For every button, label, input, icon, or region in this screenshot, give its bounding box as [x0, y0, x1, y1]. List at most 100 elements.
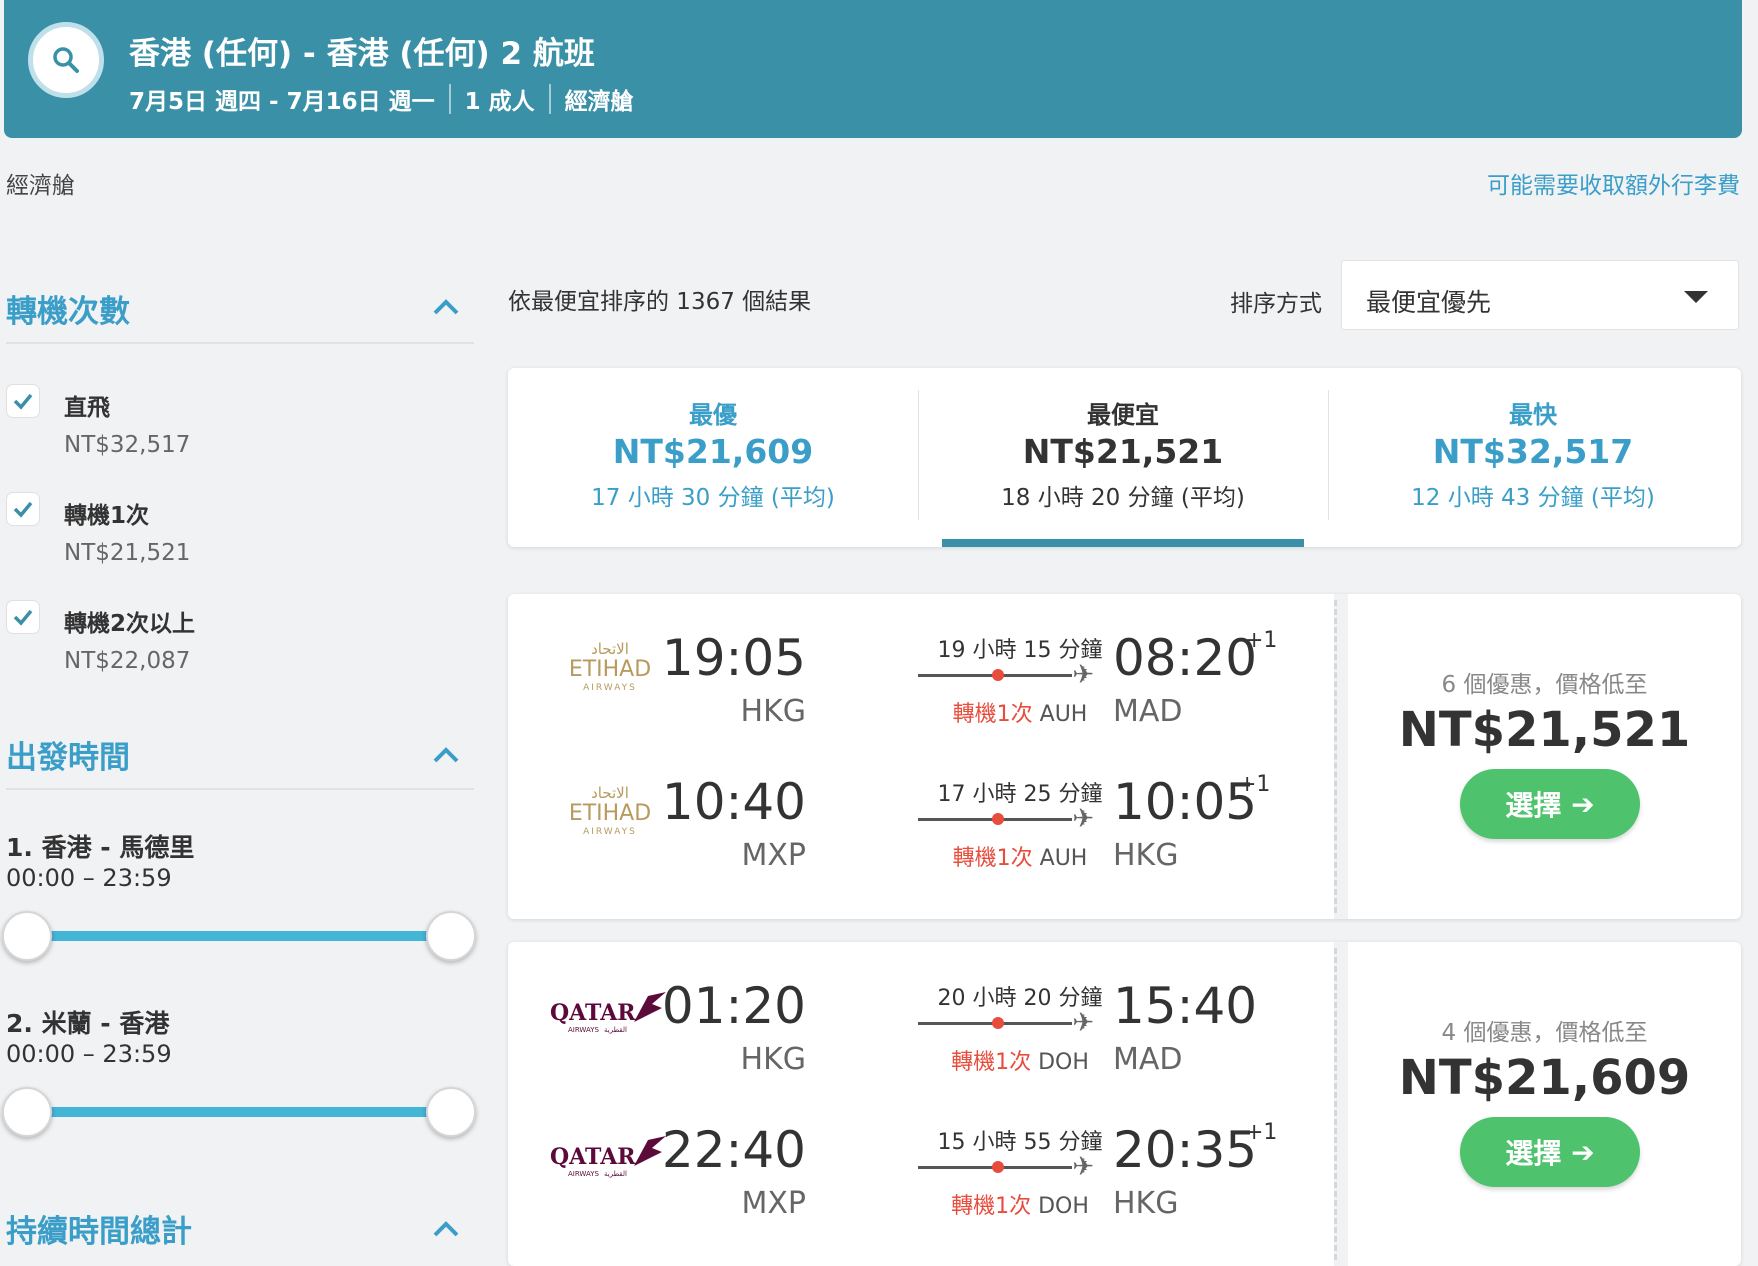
flight-leg-outbound: QATAR AIRWAYS القطرية 01:20 HKG 20 小時 20… — [508, 942, 1328, 1082]
flight-result-card[interactable]: الاتحاد ETIHAD AIRWAYS 19:05 HKG 19 小時 1… — [508, 594, 1741, 919]
arrival-time: 10:05 — [1113, 773, 1258, 831]
stops-option-label: 直飛 — [64, 395, 110, 421]
divider — [1334, 600, 1337, 913]
logo-word: QATAR — [550, 1000, 636, 1026]
stop-count: 轉機1次 — [952, 702, 1033, 727]
departure-airport: MXP — [741, 1186, 806, 1221]
select-flight-button[interactable]: 選擇 ➔ — [1460, 769, 1640, 839]
tab-best-price: NT$21,609 — [612, 432, 814, 471]
route-2-time-range: 00:00 – 23:59 — [6, 1040, 172, 1068]
price-panel: 6 個優惠，價格低至 NT$21,521 選擇 ➔ — [1348, 594, 1741, 919]
deals-count: 6 個優惠，價格低至 — [1441, 672, 1648, 698]
departure-time: 10:40 — [661, 773, 806, 831]
sort-label: 排序方式 — [1230, 291, 1322, 317]
arrival-airport: MAD — [1113, 694, 1183, 729]
divider — [6, 788, 474, 790]
tab-best-title: 最優 — [689, 401, 737, 429]
plane-icon: ✈ — [1072, 660, 1094, 690]
sort-summary-tabs: 最優 NT$21,609 17 小時 30 分鐘 (平均) 最便宜 NT$21,… — [508, 368, 1741, 547]
tab-cheapest-duration: 18 小時 20 分鐘 (平均) — [1001, 485, 1245, 511]
deals-count: 4 個優惠，價格低至 — [1441, 1020, 1648, 1046]
tab-best[interactable]: 最優 NT$21,609 17 小時 30 分鐘 (平均) — [508, 368, 918, 547]
arrival-time: 15:40 — [1113, 977, 1258, 1035]
filter-stops-title[interactable]: 轉機次數 — [6, 286, 130, 331]
sort-dropdown-value: 最便宜優先 — [1366, 288, 1492, 317]
stop-airport: DOH — [1038, 1050, 1089, 1075]
divider — [548, 84, 551, 114]
filter-duration-title[interactable]: 持續時間總計 — [6, 1206, 192, 1251]
cabin-class-label: 經濟艙 — [6, 173, 75, 199]
route-1-time-slider[interactable] — [28, 931, 448, 941]
route-line: ✈ — [914, 1008, 1094, 1038]
slider-handle-max[interactable] — [426, 911, 476, 961]
stop-info: 轉機1次 DOH — [925, 1044, 1115, 1076]
flight-result-card[interactable]: QATAR AIRWAYS القطرية 01:20 HKG 20 小時 20… — [508, 942, 1741, 1266]
next-day-indicator: +1 — [1245, 628, 1278, 653]
route-line: ✈ — [914, 804, 1094, 834]
stop-dot-icon — [992, 1161, 1004, 1173]
select-flight-button[interactable]: 選擇 ➔ — [1460, 1117, 1640, 1187]
trip-details: 7月5日 週四 - 7月16日 週一 1 成人 經濟艙 — [129, 82, 634, 116]
slider-handle-max[interactable] — [426, 1087, 476, 1137]
filter-departure-title[interactable]: 出發時間 — [6, 732, 130, 777]
chevron-up-icon[interactable] — [432, 740, 460, 768]
qatar-logo-icon: QATAR AIRWAYS القطرية — [550, 1136, 666, 1178]
arrival-airport: MAD — [1113, 1042, 1183, 1077]
stops-option-label: 轉機1次 — [64, 503, 150, 529]
select-button-label: 選擇 — [1505, 789, 1562, 822]
next-day-indicator: +1 — [1245, 1120, 1278, 1145]
stop-airport: AUH — [1039, 846, 1088, 871]
slider-handle-min[interactable] — [2, 1087, 52, 1137]
etihad-logo-icon: الاتحاد ETIHAD AIRWAYS — [569, 640, 651, 693]
logo-arabic: الاتحاد — [591, 640, 629, 658]
chevron-up-icon[interactable] — [432, 292, 460, 320]
stops-nonstop-checkbox[interactable] — [6, 384, 40, 418]
logo-word: ETIHAD — [569, 801, 651, 826]
stop-dot-icon — [992, 813, 1004, 825]
arrival-time: 20:35 — [1113, 1121, 1258, 1179]
next-day-indicator: +1 — [1238, 772, 1271, 797]
tab-best-duration: 17 小時 30 分鐘 (平均) — [591, 485, 835, 511]
departure-airport: HKG — [740, 694, 806, 729]
stops-option-price: NT$22,087 — [64, 648, 191, 674]
tab-fastest[interactable]: 最快 NT$32,517 12 小時 43 分鐘 (平均) — [1328, 368, 1738, 547]
flight-leg-outbound: الاتحاد ETIHAD AIRWAYS 19:05 HKG 19 小時 1… — [508, 594, 1328, 734]
chevron-up-icon[interactable] — [432, 1214, 460, 1242]
logo-sub: AIRWAYS — [568, 1170, 599, 1178]
slider-handle-min[interactable] — [2, 911, 52, 961]
divider — [448, 84, 451, 114]
baggage-fee-link[interactable]: 可能需要收取額外行李費 — [1487, 166, 1740, 200]
route-line: ✈ — [914, 1152, 1094, 1182]
arrival-time: 08:20 — [1113, 629, 1258, 687]
route-line: ✈ — [914, 660, 1094, 690]
logo-word: ETIHAD — [569, 657, 651, 682]
search-summary-bar[interactable]: 香港 (任何) - 香港 (任何) 2 航班 7月5日 週四 - 7月16日 週… — [4, 0, 1742, 138]
results-count: 依最便宜排序的 1367 個結果 — [508, 289, 812, 315]
sort-dropdown[interactable]: 最便宜優先 — [1341, 260, 1739, 330]
stops-one-checkbox[interactable] — [6, 492, 40, 526]
caret-down-icon — [1684, 291, 1708, 303]
search-button[interactable] — [28, 22, 104, 98]
tab-cheapest[interactable]: 最便宜 NT$21,521 18 小時 20 分鐘 (平均) — [918, 368, 1328, 547]
route-2-time-slider[interactable] — [28, 1107, 448, 1117]
stop-airport: DOH — [1038, 1194, 1089, 1219]
arrow-right-icon: ➔ — [1571, 787, 1595, 821]
logo-arabic: القطرية — [604, 1170, 627, 1178]
stops-two-plus-checkbox[interactable] — [6, 600, 40, 634]
tab-cheapest-title: 最便宜 — [1087, 401, 1159, 429]
logo-arabic: الاتحاد — [591, 784, 629, 802]
checkmark-icon — [13, 609, 33, 626]
divider — [1334, 948, 1337, 1260]
flight-price: NT$21,609 — [1398, 1050, 1691, 1106]
flight-leg-return: الاتحاد ETIHAD AIRWAYS 10:40 MXP 17 小時 2… — [508, 738, 1328, 878]
route-2-label: 2. 米蘭 - 香港 — [6, 1009, 170, 1038]
select-button-label: 選擇 — [1505, 1137, 1562, 1170]
tab-fastest-title: 最快 — [1509, 401, 1557, 429]
arrow-right-icon: ➔ — [1571, 1135, 1595, 1169]
stop-count: 轉機1次 — [951, 1194, 1032, 1219]
tab-cheapest-price: NT$21,521 — [1022, 432, 1224, 471]
tab-fastest-duration: 12 小時 43 分鐘 (平均) — [1411, 485, 1655, 511]
route-1-time-range: 00:00 – 23:59 — [6, 864, 172, 892]
stop-dot-icon — [992, 669, 1004, 681]
stop-count: 轉機1次 — [952, 846, 1033, 871]
